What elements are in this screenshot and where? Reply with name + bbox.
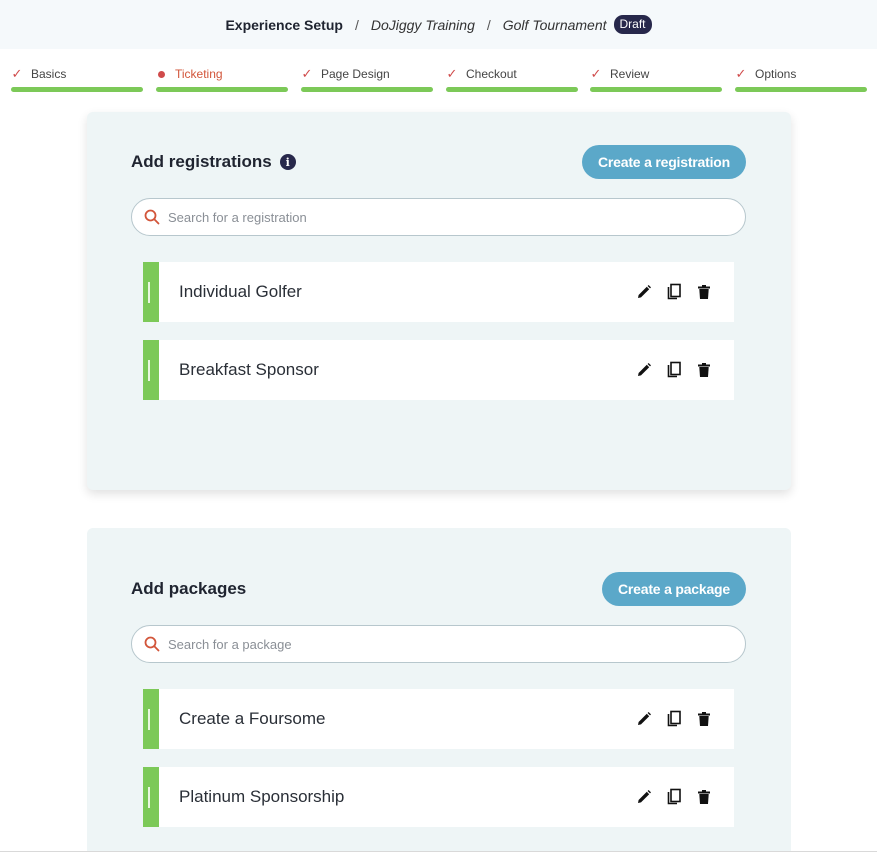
- checkmark-icon: ✓: [590, 66, 602, 81]
- packages-title: Add packages: [131, 579, 247, 598]
- packages-panel: Add packages Create a package Search for…: [87, 528, 791, 852]
- checkmark-icon: ✓: [301, 66, 313, 81]
- pencil-icon[interactable]: [636, 788, 652, 806]
- package-name: Platinum Sponsorship: [179, 787, 345, 806]
- trash-icon[interactable]: [696, 788, 712, 806]
- step-progress-bar: [11, 87, 143, 92]
- breadcrumb-separator: /: [486, 16, 491, 33]
- pencil-icon[interactable]: [636, 283, 652, 301]
- pencil-icon[interactable]: [636, 361, 652, 379]
- step-progress-bar: [590, 87, 722, 92]
- create-registration-button[interactable]: Create a registration: [582, 145, 746, 179]
- step-checkout[interactable]: ✓ Checkout: [446, 66, 578, 92]
- step-label: Page Design: [321, 67, 390, 81]
- status-badge: Draft: [613, 15, 652, 34]
- breadcrumb-separator: /: [354, 16, 359, 33]
- breadcrumb-event[interactable]: Golf Tournament: [503, 17, 607, 33]
- registrations-panel: Add registrations i Create a registratio…: [87, 112, 791, 490]
- breadcrumb-organization[interactable]: DoJiggy Training: [371, 17, 475, 33]
- step-options[interactable]: ✓ Options: [735, 66, 867, 92]
- step-label: Ticketing: [175, 67, 223, 81]
- checkmark-icon: ✓: [735, 66, 747, 81]
- search-placeholder: Search for a registration: [168, 209, 307, 225]
- wizard-steps: ✓ Basics Ticketing ✓ Page Design ✓ Checkout…: [0, 66, 877, 94]
- registrations-title: Add registrations: [131, 152, 272, 171]
- search-icon: [144, 209, 160, 225]
- checkmark-icon: ✓: [446, 66, 458, 81]
- drag-handle-icon[interactable]: [143, 262, 159, 322]
- step-progress-bar: [735, 87, 867, 92]
- step-basics[interactable]: ✓ Basics: [11, 66, 143, 92]
- item-actions: [622, 283, 712, 301]
- drag-handle-icon[interactable]: [143, 689, 159, 749]
- pencil-icon[interactable]: [636, 710, 652, 728]
- step-review[interactable]: ✓ Review: [590, 66, 722, 92]
- registration-name: Breakfast Sponsor: [179, 360, 319, 379]
- info-icon[interactable]: i: [279, 154, 296, 170]
- item-actions: [622, 361, 712, 379]
- create-package-button[interactable]: Create a package: [602, 572, 746, 606]
- registration-item[interactable]: Breakfast Sponsor: [143, 340, 734, 400]
- packages-heading: Add packages: [131, 579, 246, 599]
- copy-icon[interactable]: [666, 710, 682, 728]
- search-placeholder: Search for a package: [168, 636, 292, 652]
- registration-search-input[interactable]: Search for a registration: [131, 198, 746, 236]
- copy-icon[interactable]: [666, 788, 682, 806]
- copy-icon[interactable]: [666, 283, 682, 301]
- step-progress-bar: [301, 87, 433, 92]
- search-icon: [144, 636, 160, 652]
- step-label: Options: [755, 67, 797, 81]
- item-actions: [622, 788, 712, 806]
- step-progress-bar: [446, 87, 578, 92]
- step-ticketing[interactable]: Ticketing: [156, 66, 288, 92]
- step-label: Basics: [31, 67, 67, 81]
- step-progress-bar: [156, 87, 288, 92]
- package-search-input[interactable]: Search for a package: [131, 625, 746, 663]
- trash-icon[interactable]: [696, 361, 712, 379]
- current-step-dot-icon: [158, 70, 165, 78]
- package-item[interactable]: Create a Foursome: [143, 689, 734, 749]
- item-actions: [622, 710, 712, 728]
- drag-handle-icon[interactable]: [143, 767, 159, 827]
- checkmark-icon: ✓: [11, 66, 23, 81]
- copy-icon[interactable]: [666, 361, 682, 379]
- package-name: Create a Foursome: [179, 709, 326, 728]
- step-page-design[interactable]: ✓ Page Design: [301, 66, 433, 92]
- step-label: Review: [610, 67, 650, 81]
- package-item[interactable]: Platinum Sponsorship: [143, 767, 734, 827]
- registration-item[interactable]: Individual Golfer: [143, 262, 734, 322]
- registration-name: Individual Golfer: [179, 282, 302, 301]
- drag-handle-icon[interactable]: [143, 340, 159, 400]
- trash-icon[interactable]: [696, 283, 712, 301]
- trash-icon[interactable]: [696, 710, 712, 728]
- registrations-heading: Add registrations i: [131, 152, 296, 172]
- page-title: Experience Setup: [225, 16, 343, 33]
- step-label: Checkout: [466, 67, 517, 81]
- header-bar: Experience Setup / DoJiggy Training / Go…: [0, 0, 877, 49]
